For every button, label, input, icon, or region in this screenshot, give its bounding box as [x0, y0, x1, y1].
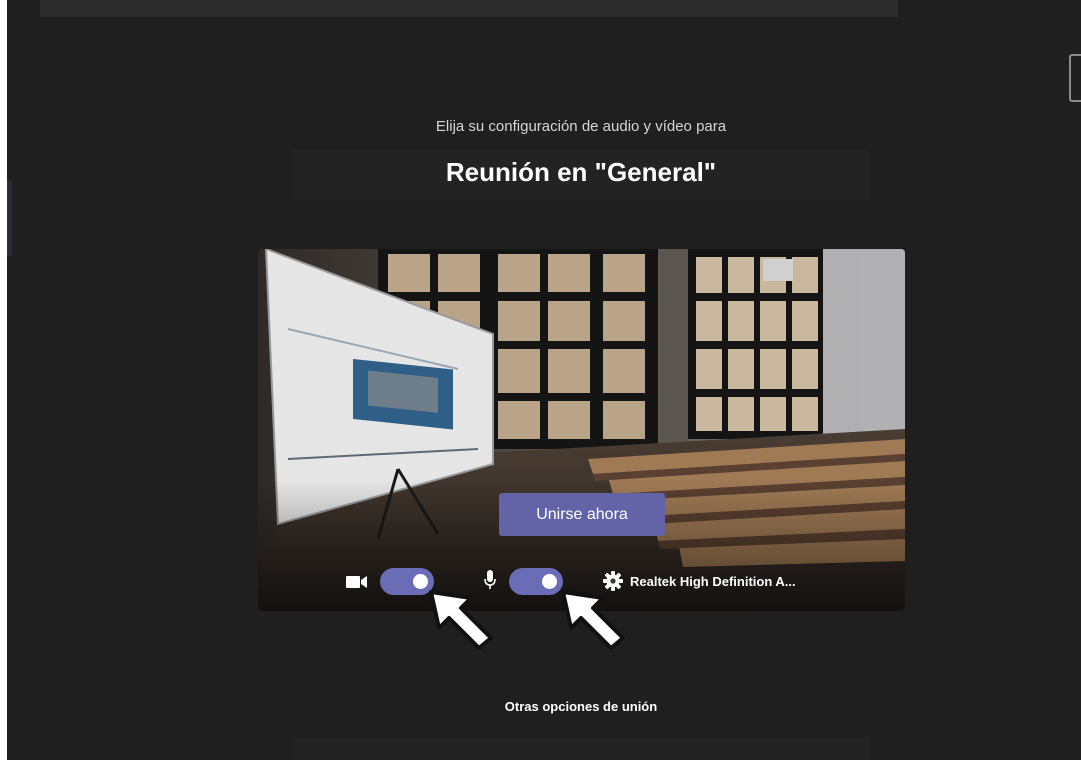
join-now-button[interactable]: Unirse ahora	[499, 493, 665, 536]
audio-device-label[interactable]: Realtek High Definition A...	[630, 574, 796, 589]
pointer-arrow-icon	[561, 590, 625, 650]
pointer-arrow-icon	[429, 590, 493, 650]
window-edge	[0, 0, 7, 760]
side-panel-edge[interactable]	[1069, 54, 1081, 102]
top-bar	[40, 0, 898, 17]
other-join-options-heading: Otras opciones de unión	[504, 699, 658, 714]
camera-toggle-knob	[413, 574, 428, 589]
left-rail-indicator	[7, 180, 12, 256]
other-join-options-panel	[292, 737, 870, 760]
camera-toggle[interactable]	[380, 568, 434, 595]
teams-prejoin-screen: Elija su configuración de audio y vídeo …	[7, 0, 1081, 760]
microphone-toggle-knob	[542, 574, 557, 589]
meeting-title: Reunión en "General"	[445, 157, 717, 187]
classroom-background-image	[258, 249, 905, 611]
video-preview: Unirse ahora Realtek High Definition A..…	[258, 249, 905, 611]
prejoin-subtitle: Elija su configuración de audio y vídeo …	[435, 118, 727, 135]
microphone-toggle[interactable]	[509, 568, 563, 595]
